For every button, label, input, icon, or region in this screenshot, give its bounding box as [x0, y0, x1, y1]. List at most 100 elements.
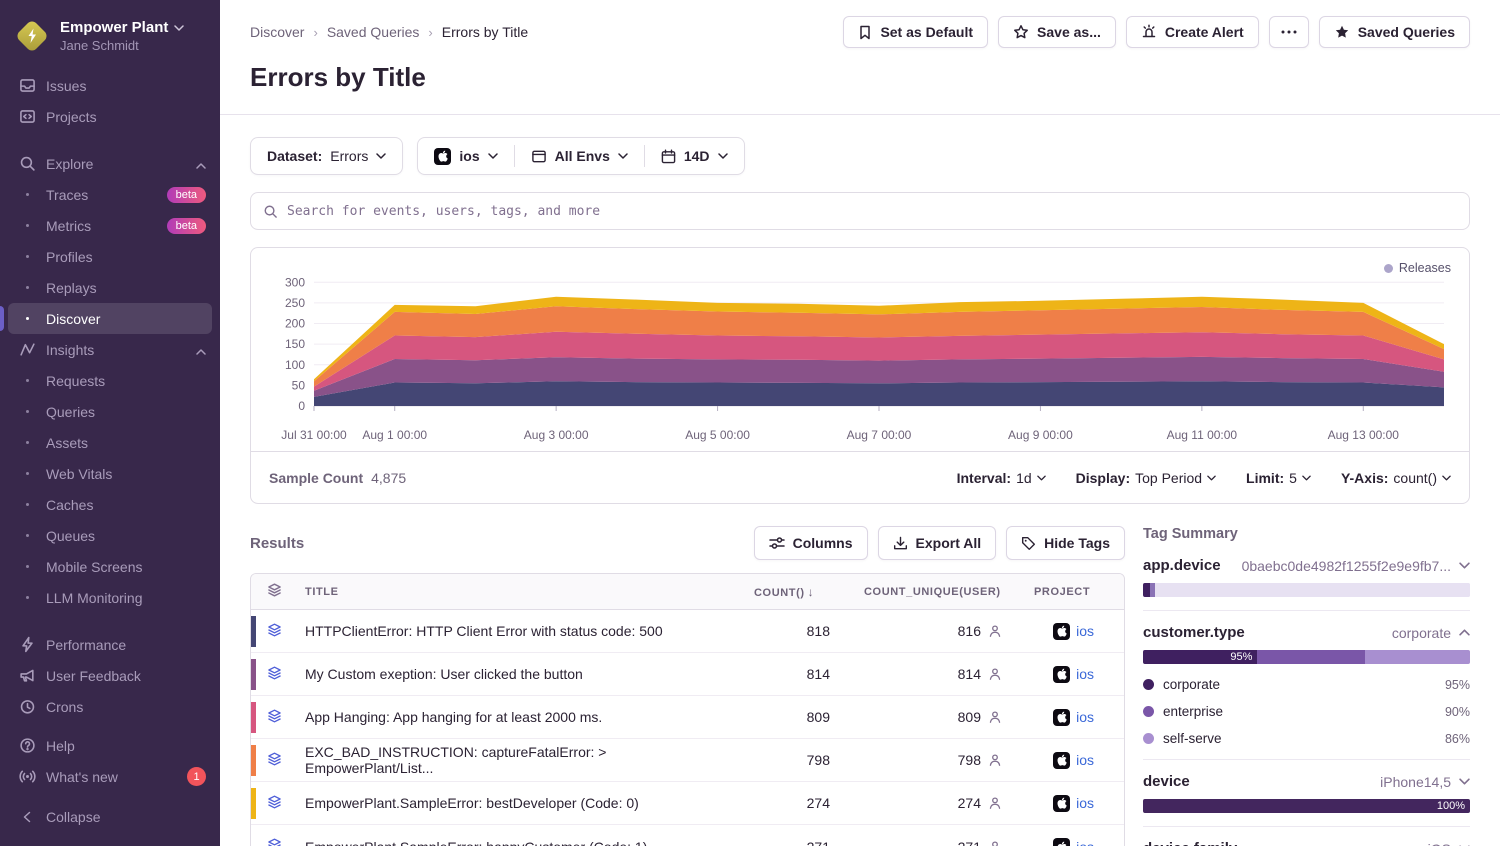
series-color-bar: [251, 616, 256, 647]
star-outline-icon: [1013, 24, 1029, 40]
stack-icon[interactable]: [267, 794, 282, 810]
environment-filter[interactable]: All Envs: [515, 138, 644, 174]
sidebar-item-llm-monitoring[interactable]: LLM Monitoring: [0, 582, 220, 613]
column-title[interactable]: TITLE: [295, 574, 744, 610]
megaphone-icon: [18, 667, 36, 684]
table-row[interactable]: My Custom exeption: User clicked the but…: [251, 653, 1124, 696]
sidebar-item-user-feedback[interactable]: User Feedback: [0, 660, 220, 691]
page-header: Discover › Saved Queries › Errors by Tit…: [220, 0, 1500, 115]
display-dropdown[interactable]: Display: Top Period: [1076, 470, 1216, 486]
column-count-unique[interactable]: COUNT_UNIQUE(USER): [854, 574, 1024, 610]
sidebar-item-help[interactable]: Help: [0, 730, 220, 761]
svg-text:Aug 3 00:00: Aug 3 00:00: [524, 428, 589, 442]
siren-icon: [1141, 24, 1157, 40]
stack-icon[interactable]: [267, 622, 282, 638]
table-row[interactable]: EmpowerPlant.SampleError: bestDeveloper …: [251, 782, 1124, 825]
graph-icon: [18, 341, 36, 358]
sidebar-item-whats-new[interactable]: What's new 1: [0, 761, 220, 792]
tag-distribution-bar[interactable]: 95%: [1143, 650, 1470, 664]
sidebar-item-mobile-screens[interactable]: Mobile Screens: [0, 551, 220, 582]
sidebar-item-assets[interactable]: Assets: [0, 427, 220, 458]
sidebar-item-queues[interactable]: Queues: [0, 520, 220, 551]
hide-tags-button[interactable]: Hide Tags: [1006, 526, 1125, 560]
stack-icon[interactable]: [267, 837, 282, 846]
project-link[interactable]: ios: [1076, 795, 1094, 811]
user-icon: [988, 796, 1002, 810]
tag-header[interactable]: app.device 0baebc0de4982f1255f2e9e9fb7..…: [1143, 557, 1470, 574]
tag-header[interactable]: device.family iOS: [1143, 840, 1470, 846]
org-switcher[interactable]: Empower Plant Jane Schmidt: [0, 14, 220, 70]
sidebar-item-web-vitals[interactable]: Web Vitals: [0, 458, 220, 489]
table-row[interactable]: App Hanging: App hanging for at least 20…: [251, 696, 1124, 739]
tag-legend-item[interactable]: enterprise 90%: [1143, 704, 1470, 719]
tag-section-device: device iPhone14,5 100%: [1143, 773, 1470, 827]
count-value: 271: [744, 825, 854, 846]
tag-distribution-bar[interactable]: [1143, 583, 1470, 597]
save-as-button[interactable]: Save as...: [998, 16, 1116, 48]
sidebar-item-metrics[interactable]: Metrics beta: [0, 210, 220, 241]
sidebar-item-projects[interactable]: Projects: [0, 101, 220, 132]
tag-header[interactable]: device iPhone14,5: [1143, 773, 1470, 790]
stack-icon[interactable]: [267, 708, 282, 724]
sidebar-item-issues[interactable]: Issues: [0, 70, 220, 101]
org-name[interactable]: Empower Plant: [60, 19, 184, 36]
set-as-default-button[interactable]: Set as Default: [843, 16, 988, 48]
column-project[interactable]: PROJECT: [1024, 574, 1124, 610]
sidebar-item-explore[interactable]: Explore: [0, 148, 220, 179]
column-count[interactable]: COUNT()↓: [744, 574, 854, 610]
create-alert-button[interactable]: Create Alert: [1126, 16, 1259, 48]
yaxis-dropdown[interactable]: Y-Axis: count(): [1341, 470, 1451, 486]
releases-legend[interactable]: Releases: [1384, 261, 1451, 275]
error-title[interactable]: EmpowerPlant.SampleError: happyCustomer …: [295, 825, 744, 846]
active-indicator: [0, 306, 4, 331]
sidebar-item-insights[interactable]: Insights: [0, 334, 220, 365]
breadcrumb-discover[interactable]: Discover: [250, 24, 304, 40]
project-link[interactable]: ios: [1076, 666, 1094, 682]
sidebar-item-caches[interactable]: Caches: [0, 489, 220, 520]
limit-dropdown[interactable]: Limit: 5: [1246, 470, 1311, 486]
project-link[interactable]: ios: [1076, 839, 1094, 846]
saved-queries-button[interactable]: Saved Queries: [1319, 16, 1470, 48]
sidebar-item-queries[interactable]: Queries: [0, 396, 220, 427]
header-actions: Set as Default Save as... Create Alert: [843, 16, 1470, 48]
table-row[interactable]: HTTPClientError: HTTP Client Error with …: [251, 610, 1124, 653]
stacked-area-chart[interactable]: 050100150200250300Jul 31 00:00Aug 1 00:0…: [266, 258, 1454, 448]
project-link[interactable]: ios: [1076, 709, 1094, 725]
sidebar-item-profiles[interactable]: Profiles: [0, 241, 220, 272]
error-title[interactable]: EXC_BAD_INSTRUCTION: captureFatalError: …: [295, 739, 744, 782]
error-title[interactable]: My Custom exeption: User clicked the but…: [295, 653, 744, 696]
dataset-selector[interactable]: Dataset: Errors: [250, 137, 403, 175]
sidebar-item-traces[interactable]: Traces beta: [0, 179, 220, 210]
chevron-up-icon: [196, 342, 206, 358]
sidebar-item-discover[interactable]: Discover: [8, 303, 212, 334]
sidebar-item-requests[interactable]: Requests: [0, 365, 220, 396]
date-range-filter[interactable]: 14D: [645, 138, 744, 174]
search-input[interactable]: [287, 204, 1457, 219]
columns-button[interactable]: Columns: [754, 526, 868, 560]
svg-text:300: 300: [285, 275, 305, 289]
tag-legend-item[interactable]: corporate 95%: [1143, 677, 1470, 692]
project-filter[interactable]: ios: [418, 138, 513, 174]
sidebar-item-replays[interactable]: Replays: [0, 272, 220, 303]
project-link[interactable]: ios: [1076, 623, 1094, 639]
tag-legend-item[interactable]: self-serve 86%: [1143, 731, 1470, 746]
project-link[interactable]: ios: [1076, 752, 1094, 768]
tag-header[interactable]: customer.type corporate: [1143, 624, 1470, 641]
interval-dropdown[interactable]: Interval: 1d: [957, 470, 1046, 486]
table-row[interactable]: EmpowerPlant.SampleError: happyCustomer …: [251, 825, 1124, 846]
error-title[interactable]: HTTPClientError: HTTP Client Error with …: [295, 610, 744, 653]
error-title[interactable]: EmpowerPlant.SampleError: bestDeveloper …: [295, 782, 744, 825]
more-options-button[interactable]: [1269, 16, 1309, 48]
table-row[interactable]: EXC_BAD_INSTRUCTION: captureFatalError: …: [251, 739, 1124, 782]
breadcrumb-saved-queries[interactable]: Saved Queries: [327, 24, 420, 40]
tag-distribution-bar[interactable]: 100%: [1143, 799, 1470, 813]
export-all-button[interactable]: Export All: [878, 526, 997, 560]
legend-dot: [1143, 733, 1154, 744]
sidebar-collapse-button[interactable]: Collapse: [0, 801, 220, 832]
error-title[interactable]: App Hanging: App hanging for at least 20…: [295, 696, 744, 739]
sidebar-item-crons[interactable]: Crons: [0, 691, 220, 722]
stack-icon[interactable]: [267, 751, 282, 767]
org-logo: [14, 18, 50, 54]
stack-icon[interactable]: [267, 665, 282, 681]
sidebar-item-performance[interactable]: Performance: [0, 629, 220, 660]
